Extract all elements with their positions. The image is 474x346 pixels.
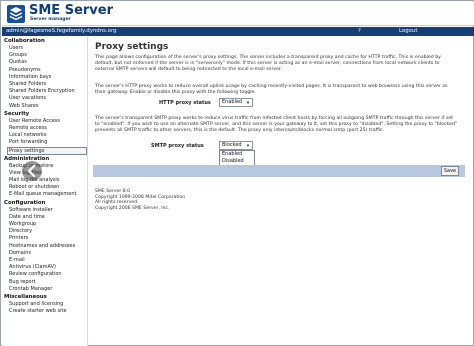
- sidebar-section-collaboration: Collaboration: [4, 38, 45, 44]
- chevron-left-icon: [28, 165, 35, 177]
- smtp-proxy-label: SMTP proxy status: [151, 143, 204, 149]
- sme-logo-icon: [6, 4, 26, 24]
- page-title: Proxy settings: [95, 42, 169, 52]
- sidebar-item-software-installer[interactable]: Software installer: [2, 207, 87, 214]
- sidebar-item-view-log-files[interactable]: View log files: [2, 170, 87, 177]
- sidebar-item-shared-folders[interactable]: Shared Folders: [2, 81, 87, 88]
- sidebar: Collaboration Users Groups Quotas Pseudonyms…: [2, 37, 88, 346]
- sidebar-item-date-and-time[interactable]: Date and time: [2, 214, 87, 221]
- sidebar-item-domains[interactable]: Domains: [2, 250, 87, 257]
- save-button[interactable]: Save: [441, 166, 459, 176]
- sidebar-section-administration: Administration: [4, 155, 50, 162]
- sidebar-item-backup-or-restore[interactable]: Backup or restore: [2, 163, 87, 170]
- sidebar-item-e-mail-queue-management[interactable]: E-Mail queue management: [2, 191, 87, 198]
- sidebar-section-miscellaneous: Miscellaneous: [4, 294, 47, 301]
- chevron-down-icon: ▾: [246, 143, 250, 149]
- save-bar: Save: [93, 165, 465, 177]
- sidebar-item-web-shares[interactable]: Web Shares: [2, 103, 87, 110]
- sidebar-item-e-mail[interactable]: E-mail: [2, 257, 87, 264]
- smtp-proxy-value: Blocked: [222, 142, 242, 148]
- sidebar-item-information-bays[interactable]: Information bays: [2, 74, 87, 81]
- http-proxy-select[interactable]: Enabled ▾: [219, 98, 253, 107]
- logged-in-user: admin@fagesmeS.fegefamily.dyndns.org: [6, 28, 117, 34]
- main-content: Proxy settings This page allows configur…: [93, 37, 465, 337]
- smtp-proxy-select[interactable]: Blocked ▾: [219, 141, 253, 150]
- smtp-option-enabled[interactable]: Enabled: [220, 151, 254, 158]
- footer: SME Server 8.0 Copyright 1999-2006 Mitel …: [95, 189, 185, 211]
- sidebar-item-proxy-settings[interactable]: Proxy settings: [7, 146, 87, 155]
- top-bar: admin@fagesmeS.fegefamily.dyndns.org ? L…: [2, 27, 474, 36]
- sidebar-item-groups[interactable]: Groups: [2, 52, 87, 59]
- sidebar-item-user-vacations[interactable]: User vacations: [2, 95, 87, 102]
- logout-link[interactable]: Logout: [399, 28, 417, 35]
- sidebar-item-printers[interactable]: Printers: [2, 235, 87, 242]
- sidebar-item-shared-folders-encryption[interactable]: Shared Folders Encryption: [2, 88, 87, 95]
- sidebar-item-user-remote-access[interactable]: User Remote Access: [2, 118, 87, 125]
- footer-line: Copyright 2006 SME Server, Inc.: [95, 205, 170, 211]
- sidebar-section-configuration: Configuration: [4, 199, 46, 206]
- sidebar-item-port-forwarding[interactable]: Port forwarding: [2, 139, 87, 146]
- sidebar-item-crontab-manager[interactable]: Crontab Manager: [2, 286, 87, 293]
- brand-title: SME Server: [29, 3, 113, 18]
- sidebar-item-workgroup[interactable]: Workgroup: [2, 221, 87, 228]
- sidebar-item-mail-log-file-analysis[interactable]: Mail log file analysis: [2, 177, 87, 184]
- smtp-description: The server's transparent SMTP proxy work…: [95, 116, 458, 134]
- http-proxy-value: Enabled: [222, 99, 243, 105]
- sidebar-item-support-and-licensing[interactable]: Support and licensing: [2, 301, 87, 308]
- sidebar-item-users[interactable]: Users: [2, 45, 87, 52]
- smtp-option-disabled[interactable]: Disabled: [220, 158, 254, 165]
- header: SME Server Server manager: [2, 2, 474, 26]
- intro-text: This page allows configuration of the se…: [95, 55, 441, 73]
- chevron-down-icon: ▾: [246, 100, 250, 106]
- back-button[interactable]: [22, 161, 42, 181]
- sidebar-item-pseudonyms[interactable]: Pseudonyms: [2, 67, 87, 74]
- help-link[interactable]: ?: [358, 28, 361, 35]
- sidebar-item-local-networks[interactable]: Local networks: [2, 132, 87, 139]
- sidebar-item-reboot-or-shutdown[interactable]: Reboot or shutdown: [2, 184, 87, 191]
- sidebar-item-remote-access[interactable]: Remote access: [2, 125, 87, 132]
- sidebar-item-antivirus-clamav[interactable]: Antivirus (ClamAV): [2, 264, 87, 271]
- brand-subtitle: Server manager: [30, 17, 71, 22]
- window-frame: SME Server Server manager admin@fagesmeS…: [0, 0, 474, 346]
- sidebar-item-directory[interactable]: Directory: [2, 228, 87, 235]
- http-description: The server's HTTP proxy works to reduce …: [95, 84, 448, 96]
- sidebar-item-quotas[interactable]: Quotas: [2, 59, 87, 66]
- http-proxy-label: HTTP proxy status: [159, 100, 211, 106]
- sidebar-section-security: Security: [4, 110, 30, 117]
- sidebar-item-hostnames-and-addresses[interactable]: Hostnames and addresses: [2, 243, 87, 250]
- sidebar-item-review-configuration[interactable]: Review configuration: [2, 271, 87, 278]
- sidebar-item-bug-report[interactable]: Bug report: [2, 279, 87, 286]
- sidebar-item-create-starter-web-site[interactable]: Create starter web site: [2, 308, 87, 315]
